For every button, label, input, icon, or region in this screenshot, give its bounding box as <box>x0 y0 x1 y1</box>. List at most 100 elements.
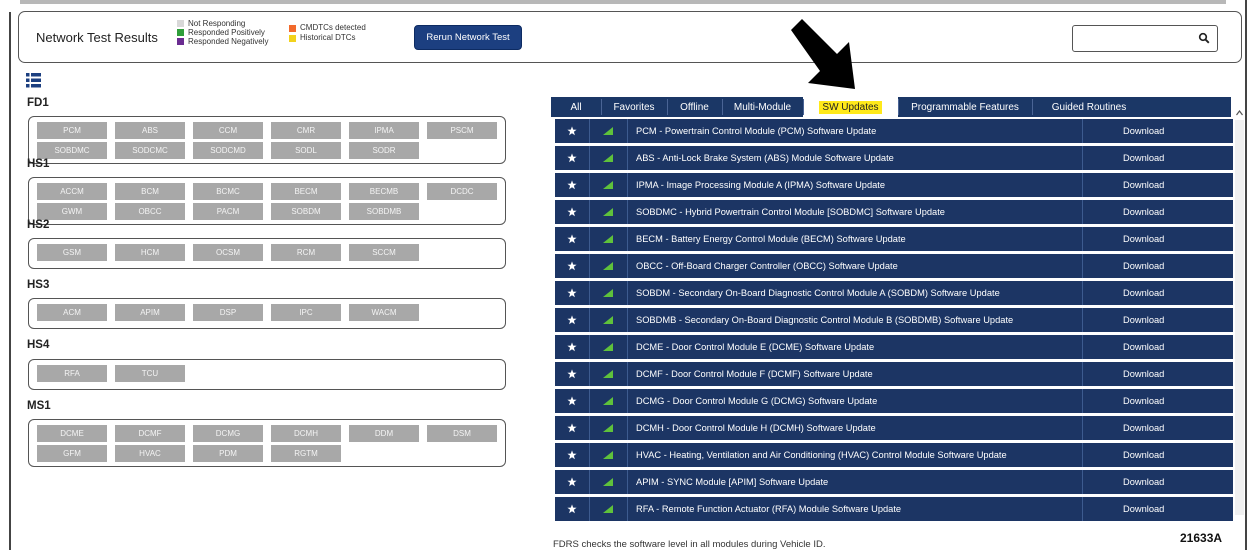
favorite-star-icon[interactable] <box>555 119 588 143</box>
list-view-icon[interactable] <box>26 73 41 88</box>
module-button[interactable]: SODR <box>349 142 419 159</box>
tab-multi-module[interactable]: Multi-Module <box>722 97 803 117</box>
favorite-star-icon[interactable] <box>555 200 588 224</box>
module-button[interactable]: BECM <box>271 183 341 200</box>
module-button[interactable]: RFA <box>37 365 107 382</box>
module-button[interactable]: ACCM <box>37 183 107 200</box>
module-button[interactable]: ACM <box>37 304 107 321</box>
tab-favorites[interactable]: Favorites <box>601 97 667 117</box>
module-button[interactable]: BCM <box>115 183 185 200</box>
table-row[interactable]: DCME - Door Control Module E (DCME) Soft… <box>555 335 1233 359</box>
download-link[interactable]: Download <box>1123 227 1164 251</box>
module-button[interactable]: SOBDM <box>271 203 341 220</box>
module-button[interactable]: PCM <box>37 122 107 139</box>
rerun-network-test-button[interactable]: Rerun Network Test <box>414 25 522 50</box>
module-button[interactable]: GFM <box>37 445 107 462</box>
download-link[interactable]: Download <box>1123 281 1164 305</box>
favorite-star-icon[interactable] <box>555 173 588 197</box>
module-button[interactable]: CCM <box>193 122 263 139</box>
module-button[interactable]: SODCMC <box>115 142 185 159</box>
download-link[interactable]: Download <box>1123 443 1164 467</box>
tab-guided-routines[interactable]: Guided Routines <box>1032 97 1146 117</box>
module-button[interactable]: PDM <box>193 445 263 462</box>
module-button[interactable]: DCME <box>37 425 107 442</box>
module-button[interactable]: IPC <box>271 304 341 321</box>
favorite-star-icon[interactable] <box>555 470 588 494</box>
module-button[interactable]: DCMF <box>115 425 185 442</box>
module-button[interactable]: GSM <box>37 244 107 261</box>
table-row[interactable]: PCM - Powertrain Control Module (PCM) So… <box>555 119 1233 143</box>
search-icon[interactable] <box>1198 32 1210 44</box>
table-row[interactable]: RFA - Remote Function Actuator (RFA) Mod… <box>555 497 1233 521</box>
download-link[interactable]: Download <box>1123 200 1164 224</box>
module-button[interactable]: SODL <box>271 142 341 159</box>
table-row[interactable]: DCMF - Door Control Module F (DCMF) Soft… <box>555 362 1233 386</box>
module-button[interactable]: CMR <box>271 122 341 139</box>
favorite-star-icon[interactable] <box>555 227 588 251</box>
module-button[interactable]: BCMC <box>193 183 263 200</box>
module-button[interactable]: HCM <box>115 244 185 261</box>
table-row[interactable]: DCMG - Door Control Module G (DCMG) Soft… <box>555 389 1233 413</box>
download-link[interactable]: Download <box>1123 362 1164 386</box>
download-link[interactable]: Download <box>1123 416 1164 440</box>
table-row[interactable]: IPMA - Image Processing Module A (IPMA) … <box>555 173 1233 197</box>
module-button[interactable]: RCM <box>271 244 341 261</box>
module-button[interactable]: APIM <box>115 304 185 321</box>
module-button[interactable]: ABS <box>115 122 185 139</box>
module-button[interactable]: DDM <box>349 425 419 442</box>
download-link[interactable]: Download <box>1123 308 1164 332</box>
table-row[interactable]: HVAC - Heating, Ventilation and Air Cond… <box>555 443 1233 467</box>
module-button[interactable]: SOBDMC <box>37 142 107 159</box>
download-link[interactable]: Download <box>1123 119 1164 143</box>
module-button[interactable]: GWM <box>37 203 107 220</box>
download-link[interactable]: Download <box>1123 173 1164 197</box>
download-link[interactable]: Download <box>1123 497 1164 521</box>
module-button[interactable]: HVAC <box>115 445 185 462</box>
table-row[interactable]: DCMH - Door Control Module H (DCMH) Soft… <box>555 416 1233 440</box>
download-link[interactable]: Download <box>1123 335 1164 359</box>
scrollbar[interactable] <box>1235 120 1244 515</box>
module-button[interactable]: OCSM <box>193 244 263 261</box>
tab-all[interactable]: All <box>551 97 601 117</box>
module-button[interactable]: SODCMD <box>193 142 263 159</box>
module-button[interactable]: IPMA <box>349 122 419 139</box>
table-row[interactable]: ABS - Anti-Lock Brake System (ABS) Modul… <box>555 146 1233 170</box>
favorite-star-icon[interactable] <box>555 308 588 332</box>
module-button[interactable]: SOBDMB <box>349 203 419 220</box>
module-button[interactable]: DCDC <box>427 183 497 200</box>
module-button[interactable]: DSM <box>427 425 497 442</box>
module-button[interactable]: WACM <box>349 304 419 321</box>
module-button[interactable]: DCMH <box>271 425 341 442</box>
module-button[interactable]: RGTM <box>271 445 341 462</box>
download-link[interactable]: Download <box>1123 146 1164 170</box>
module-button[interactable]: PACM <box>193 203 263 220</box>
table-row[interactable]: BECM - Battery Energy Control Module (BE… <box>555 227 1233 251</box>
download-link[interactable]: Download <box>1123 470 1164 494</box>
table-row[interactable]: OBCC - Off-Board Charger Controller (OBC… <box>555 254 1233 278</box>
table-row[interactable]: APIM - SYNC Module [APIM] Software Updat… <box>555 470 1233 494</box>
table-row[interactable]: SOBDM - Secondary On-Board Diagnostic Co… <box>555 281 1233 305</box>
tab-programmable-features[interactable]: Programmable Features <box>898 97 1032 117</box>
module-button[interactable]: BECMB <box>349 183 419 200</box>
tab-sw-updates[interactable]: SW Updates <box>803 97 898 117</box>
favorite-star-icon[interactable] <box>555 389 588 413</box>
module-button[interactable]: SCCM <box>349 244 419 261</box>
favorite-star-icon[interactable] <box>555 335 588 359</box>
favorite-star-icon[interactable] <box>555 443 588 467</box>
module-button[interactable]: OBCC <box>115 203 185 220</box>
table-row[interactable]: SOBDMC - Hybrid Powertrain Control Modul… <box>555 200 1233 224</box>
favorite-star-icon[interactable] <box>555 362 588 386</box>
module-button[interactable]: TCU <box>115 365 185 382</box>
scroll-up-icon[interactable] <box>1235 107 1244 119</box>
favorite-star-icon[interactable] <box>555 416 588 440</box>
module-button[interactable]: DSP <box>193 304 263 321</box>
favorite-star-icon[interactable] <box>555 254 588 278</box>
favorite-star-icon[interactable] <box>555 497 588 521</box>
module-button[interactable]: DCMG <box>193 425 263 442</box>
favorite-star-icon[interactable] <box>555 146 588 170</box>
module-button[interactable]: PSCM <box>427 122 497 139</box>
search-input[interactable] <box>1072 25 1218 52</box>
download-link[interactable]: Download <box>1123 389 1164 413</box>
tab-offline[interactable]: Offline <box>667 97 722 117</box>
table-row[interactable]: SOBDMB - Secondary On-Board Diagnostic C… <box>555 308 1233 332</box>
